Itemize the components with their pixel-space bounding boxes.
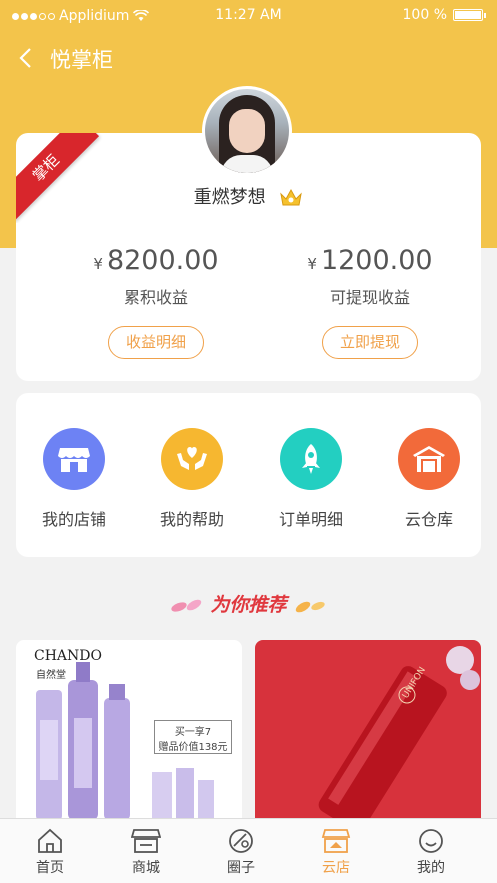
- crown-icon: [280, 188, 303, 206]
- home-icon: [10, 825, 90, 857]
- rocket-icon: [280, 428, 342, 490]
- withdraw-button[interactable]: 立即提现: [322, 326, 418, 359]
- withdrawable-block: ¥1200.00 可提现收益 立即提现: [270, 245, 470, 359]
- tab-circle[interactable]: 圈子: [201, 825, 281, 877]
- avatar[interactable]: [202, 86, 292, 176]
- tab-bar: 首页 商城 圈子 云店 我的: [0, 818, 497, 883]
- circle-icon: [201, 825, 281, 857]
- battery-icon: [453, 9, 486, 21]
- product-image: [318, 646, 480, 830]
- tab-mall[interactable]: 商城: [106, 825, 186, 877]
- withdrawable-amount: ¥1200.00: [307, 245, 433, 276]
- tab-mine[interactable]: 我的: [391, 825, 471, 877]
- role-ribbon: 掌柜: [16, 133, 106, 223]
- total-income-amount: ¥8200.00: [93, 245, 219, 276]
- tab-label: 商城: [132, 860, 160, 876]
- promo-line2: 赠品价值138元: [158, 742, 228, 753]
- warehouse-icon: [398, 428, 460, 490]
- tab-home[interactable]: 首页: [10, 825, 90, 877]
- recommend-title: 为你推荐: [210, 594, 287, 616]
- menu-label: 我的店铺: [41, 510, 106, 529]
- petal-right-icon: [295, 601, 325, 612]
- income-detail-button[interactable]: 收益明细: [108, 326, 204, 359]
- menu-label: 订单明细: [278, 510, 343, 529]
- heart-hands-icon: [161, 428, 223, 490]
- status-bar: Applidium 11:27 AM 100 %: [0, 0, 497, 30]
- promo-tag: 买一享7 赠品价值138元: [154, 720, 232, 754]
- tab-label: 圈子: [227, 860, 255, 876]
- chevron-left-icon: [19, 48, 31, 68]
- total-income-block: ¥8200.00 累积收益 收益明细: [56, 245, 256, 359]
- tab-label: 我的: [417, 860, 445, 876]
- recommend-heading: 为你推荐: [0, 590, 497, 617]
- petal-left-icon: [171, 599, 202, 612]
- navigation-bar: 悦掌柜: [0, 38, 497, 78]
- cloud-store-icon: [296, 825, 376, 857]
- battery-percent: 100 %: [402, 7, 447, 23]
- menu-label: 云仓库: [404, 510, 453, 529]
- battery-indicator: 100 %: [402, 7, 486, 23]
- username: 重燃梦想: [16, 183, 481, 209]
- page-title: 悦掌柜: [50, 48, 113, 72]
- withdrawable-label: 可提现收益: [329, 288, 410, 307]
- promo-line1: 买一享7: [174, 727, 212, 738]
- menu-label: 我的帮助: [159, 510, 224, 529]
- product-card[interactable]: UNIFON: [255, 640, 481, 830]
- smile-icon: [391, 825, 471, 857]
- tab-label: 云店: [322, 860, 350, 876]
- tab-label: 首页: [36, 860, 64, 876]
- username-text: 重燃梦想: [193, 187, 266, 208]
- store-icon: [43, 428, 105, 490]
- shortcut-menu: 我的店铺 我的帮助 订单明细 云仓库: [16, 393, 481, 557]
- avatar-photo: [205, 89, 289, 173]
- mall-icon: [106, 825, 186, 857]
- back-button[interactable]: [12, 43, 38, 73]
- product-card[interactable]: CHANDO 自然堂 买一享7 赠品价值138元: [16, 640, 242, 830]
- tab-cloud-store[interactable]: 云店: [296, 825, 376, 877]
- menu-item-my-help[interactable]: 我的帮助: [142, 428, 242, 530]
- total-income-label: 累积收益: [123, 288, 188, 307]
- menu-item-order-detail[interactable]: 订单明细: [261, 428, 361, 530]
- menu-item-my-store[interactable]: 我的店铺: [24, 428, 124, 530]
- menu-item-cloud-warehouse[interactable]: 云仓库: [379, 428, 479, 530]
